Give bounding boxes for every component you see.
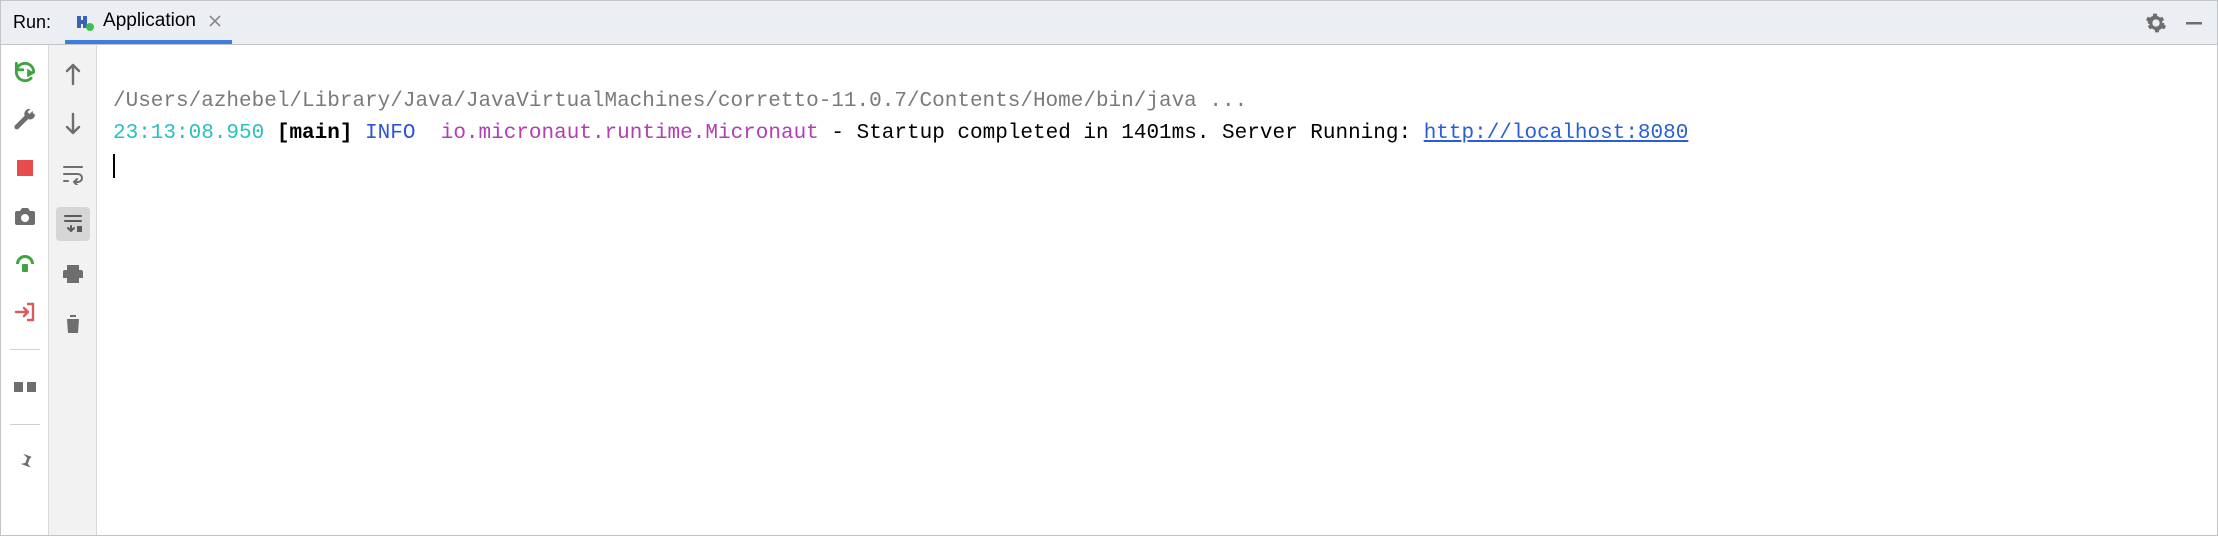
tab-label: Application [103,10,196,32]
server-url-link[interactable]: http://localhost:8080 [1424,122,1689,145]
log-message: Startup completed in 1401ms. Server Runn… [857,122,1424,145]
log-logger: io.micronaut.runtime.Micronaut [441,122,819,145]
wrench-icon[interactable] [10,105,40,135]
soft-wrap-icon[interactable] [56,157,90,191]
toolbar-separator [10,424,40,425]
log-timestamp: 23:13:08.950 [113,122,264,145]
trash-icon[interactable] [56,307,90,341]
actuator-icon[interactable] [10,249,40,279]
run-tool-window: Run: Application [0,0,2218,536]
tab-bar: Application [65,1,232,44]
gear-icon[interactable] [2143,10,2169,36]
minimize-icon[interactable] [2181,10,2207,36]
tab-application[interactable]: Application [65,1,232,44]
run-header: Run: Application [1,1,2217,45]
exit-icon[interactable] [10,297,40,327]
console-toolbar [49,45,97,535]
left-toolbar [1,45,49,535]
micronaut-icon [73,10,95,32]
stop-button[interactable] [10,153,40,183]
down-arrow-icon[interactable] [56,107,90,141]
print-icon[interactable] [56,257,90,291]
command-line: /Users/azhebel/Library/Java/JavaVirtualM… [113,90,1247,113]
toolbar-separator [10,349,40,350]
console-output[interactable]: /Users/azhebel/Library/Java/JavaVirtualM… [97,45,2217,535]
close-icon[interactable] [206,12,224,30]
run-label: Run: [1,12,65,33]
run-body: /Users/azhebel/Library/Java/JavaVirtualM… [1,45,2217,535]
up-arrow-icon[interactable] [56,57,90,91]
scroll-to-end-button[interactable] [56,207,90,241]
text-cursor [113,154,115,178]
log-level: INFO [365,122,415,145]
camera-icon[interactable] [10,201,40,231]
log-sep: - [819,122,857,145]
layout-icon[interactable] [10,372,40,402]
pin-icon[interactable] [10,447,40,477]
header-right [2143,10,2217,36]
log-thread: [main] [277,122,353,145]
rerun-button[interactable] [10,57,40,87]
